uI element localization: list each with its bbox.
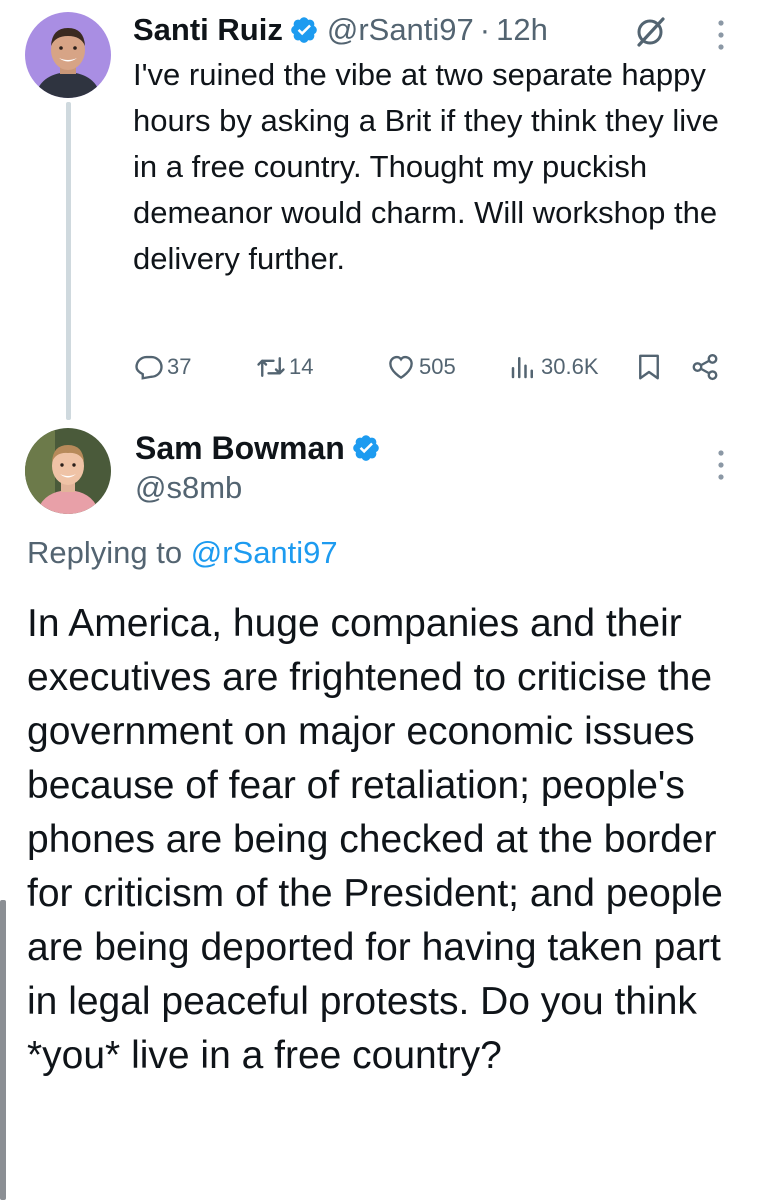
scrollbar[interactable] [0, 900, 6, 1200]
avatar-sam-bowman[interactable] [25, 428, 111, 514]
views-button[interactable]: 30.6K [508, 346, 599, 388]
like-count: 505 [419, 354, 456, 379]
author-handle[interactable]: @s8mb [135, 470, 242, 506]
reply-count: 37 [167, 354, 192, 379]
grok-icon[interactable] [632, 14, 668, 50]
like-button[interactable]: 505 [386, 346, 456, 388]
retweet-count: 14 [289, 354, 314, 379]
tweet1-action-bar: 37 14 505 30.6K [130, 346, 730, 388]
more-icon[interactable] [715, 448, 727, 482]
replying-to-label: Replying to [27, 535, 191, 570]
verified-badge-icon [353, 435, 379, 461]
tweet2-text: In America, huge companies and their exe… [27, 602, 723, 1077]
share-icon [692, 353, 718, 381]
share-button[interactable] [690, 346, 723, 388]
like-icon [389, 355, 413, 380]
views-icon [511, 357, 533, 379]
timestamp[interactable]: 12h [496, 12, 548, 48]
separator-dot: · [479, 12, 491, 47]
replying-to: Replying to @rSanti97 [27, 535, 338, 571]
verified-badge-icon [291, 17, 317, 43]
author-name[interactable]: Sam Bowman [135, 430, 345, 467]
avatar-santi-ruiz[interactable] [25, 12, 111, 98]
retweet-icon [257, 357, 285, 377]
retweet-button[interactable]: 14 [256, 346, 313, 388]
author-handle[interactable]: @rSanti97 [327, 12, 474, 48]
views-count: 30.6K [541, 354, 599, 379]
replying-to-handle-link[interactable]: @rSanti97 [191, 535, 338, 570]
bookmark-icon [639, 354, 659, 380]
reply-icon [135, 355, 163, 380]
tweet1-header: Santi Ruiz @rSanti97 · 12h [133, 8, 548, 52]
tweet2-header: Sam Bowman [135, 426, 389, 470]
more-icon[interactable] [715, 18, 727, 52]
thread-connector-line [66, 102, 71, 420]
reply-button[interactable]: 37 [134, 346, 191, 388]
tweet1-text: I've ruined the vibe at two separate hap… [133, 57, 719, 276]
tweet-thread: Santi Ruiz @rSanti97 · 12h I've ruined t… [0, 0, 765, 1200]
author-name[interactable]: Santi Ruiz [133, 12, 283, 48]
bookmark-button[interactable] [634, 346, 667, 388]
